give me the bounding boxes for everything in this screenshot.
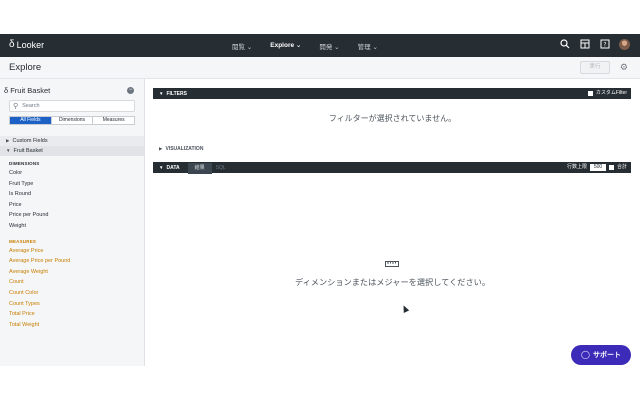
bottom-margin <box>0 366 640 400</box>
custom-filter-label: カスタムFilter <box>595 90 627 96</box>
explore-name: δ Fruit Basket <box>4 86 50 95</box>
field-total-price[interactable]: Total Price <box>9 309 139 320</box>
caret-right-icon: ▶ <box>159 146 163 151</box>
run-button[interactable]: 実行 <box>580 61 610 74</box>
group-fruit-basket[interactable]: ▼ Fruit Basket <box>0 146 144 156</box>
group-custom-fields[interactable]: ▶ Custom Fields <box>0 136 144 146</box>
tab-measures[interactable]: Measures <box>93 117 135 124</box>
looker-logo-icon: δ <box>9 39 15 50</box>
field-average-price[interactable]: Average Price <box>9 246 139 257</box>
totals-checkbox[interactable] <box>608 165 614 170</box>
custom-filter-checkbox[interactable] <box>587 91 593 96</box>
measures-heading: MEASURES <box>9 238 37 244</box>
field-color[interactable]: Color <box>9 168 139 179</box>
top-navigation-bar: δ Looker 閲覧 ⌄ Explore ⌄ 開発 ⌄ 管理 ⌄ ? <box>0 34 640 57</box>
explore-label: Fruit Basket <box>10 86 51 95</box>
filters-label: FILTERS <box>166 91 187 97</box>
support-button[interactable]: ◯ サポート <box>571 345 631 365</box>
data-bar: ▼ DATA 結果 SQL 行数上限 500 合計 <box>153 162 631 174</box>
field-price[interactable]: Price <box>9 200 139 211</box>
chat-bubble-icon: ◯ <box>581 350 590 359</box>
top-margin <box>0 0 640 34</box>
field-type-tabs: All Fields Dimensions Measures <box>9 116 135 125</box>
logo-text: Looker <box>16 39 45 50</box>
field-total-weight[interactable]: Total Weight <box>9 320 139 331</box>
browse-icon[interactable] <box>579 39 590 50</box>
visualization-label: VISUALIZATION <box>165 146 204 152</box>
field-count[interactable]: Count <box>9 277 139 288</box>
menu-develop[interactable]: 開発 ⌄ <box>319 41 339 51</box>
mouse-cursor <box>400 304 410 313</box>
gear-icon[interactable]: ⚙ <box>620 62 628 73</box>
field-average-weight[interactable]: Average Weight <box>9 267 139 278</box>
field-average-price-per-pound[interactable]: Average Price per Pound <box>9 256 139 267</box>
explore-main-panel: ▼ FILTERS カスタムFilter フィルターが選択されていません。 ▶ VI… <box>145 79 640 366</box>
menu-browse[interactable]: 閲覧 ⌄ <box>232 41 252 51</box>
main-menu: 閲覧 ⌄ Explore ⌄ 開発 ⌄ 管理 ⌄ <box>232 41 378 51</box>
search-icon[interactable] <box>559 39 570 50</box>
menu-admin[interactable]: 管理 ⌄ <box>358 41 378 51</box>
svg-text:?: ? <box>603 42 606 49</box>
custom-filter-toggle[interactable]: カスタムFilter <box>587 88 627 99</box>
field-fruit-type[interactable]: Fruit Type <box>9 179 139 190</box>
field-search: ⚲ <box>9 100 135 112</box>
field-search-input[interactable] <box>22 103 123 109</box>
collapse-sidebar-icon[interactable]: − <box>127 87 134 94</box>
support-label: サポート <box>592 352 621 359</box>
filters-bar[interactable]: ▼ FILTERS カスタムFilter <box>153 88 631 99</box>
search-icon: ⚲ <box>13 103 19 110</box>
row-limit-controls: 行数上限 500 合計 <box>567 162 627 173</box>
explore-header: Explore 実行 ⚙ <box>0 57 640 79</box>
field-price-per-pound[interactable]: Price per Pound <box>9 210 139 221</box>
field-weight[interactable]: Weight <box>9 221 139 232</box>
caret-down-icon[interactable]: ▼ <box>159 165 163 170</box>
field-count-color[interactable]: Count Color <box>9 288 139 299</box>
ruler-icon <box>385 260 399 270</box>
field-count-types[interactable]: Count Types <box>9 299 139 310</box>
group-label: Custom Fields <box>12 138 48 144</box>
field-list: DIMENSIONS Color Fruit Type Is Round Pri… <box>9 159 139 330</box>
dimensions-heading: DIMENSIONS <box>9 161 40 166</box>
tab-results[interactable]: 結果 <box>187 163 212 174</box>
looker-logo[interactable]: δ Looker <box>9 39 44 50</box>
caret-right-icon: ▶ <box>6 138 10 143</box>
data-label: DATA <box>166 165 180 171</box>
tab-dimensions[interactable]: Dimensions <box>51 117 94 124</box>
tab-all-fields[interactable]: All Fields <box>10 117 52 124</box>
row-limit-input[interactable]: 500 <box>589 164 606 171</box>
help-icon[interactable]: ? <box>599 39 610 50</box>
screen: δ Looker 閲覧 ⌄ Explore ⌄ 開発 ⌄ 管理 ⌄ ? Expl… <box>0 0 640 400</box>
empty-state-message: ディメンションまたはメジャーを選択してください。 <box>294 278 491 287</box>
visualization-bar[interactable]: ▶ VISUALIZATION <box>159 146 203 152</box>
tab-sql[interactable]: SQL <box>212 163 230 174</box>
caret-down-icon: ▼ <box>6 148 11 153</box>
caret-down-icon: ▼ <box>159 91 164 96</box>
model-icon: δ <box>4 86 9 95</box>
group-label: Fruit Basket <box>13 148 43 154</box>
totals-label: 合計 <box>616 164 627 170</box>
user-avatar[interactable] <box>619 39 630 50</box>
menu-explore[interactable]: Explore ⌄ <box>270 41 301 51</box>
nav-icons: ? <box>559 39 630 50</box>
page-title: Explore <box>9 62 42 73</box>
row-limit-label: 行数上限 <box>566 164 587 170</box>
field-is-round[interactable]: Is Round <box>9 189 139 200</box>
no-filters-message: フィルターが選択されていません。 <box>328 114 457 123</box>
field-picker-sidebar: δ Fruit Basket − ⚲ All Fields Dimensions… <box>0 79 145 366</box>
